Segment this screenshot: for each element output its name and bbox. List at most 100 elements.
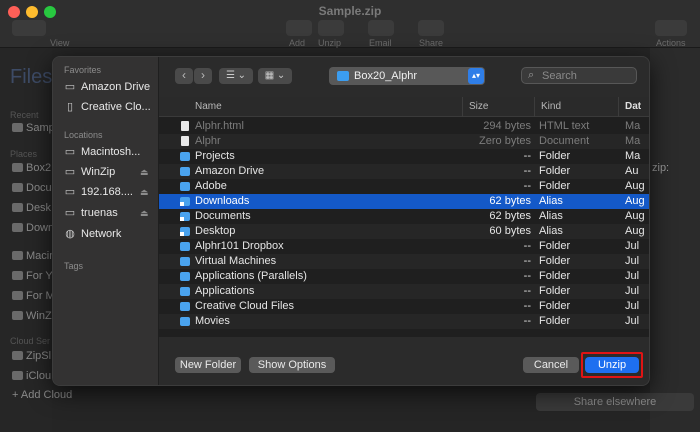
- cloud-icon: [12, 371, 23, 380]
- place-item[interactable]: Desk: [12, 202, 51, 214]
- folder-icon: [180, 302, 190, 311]
- column-size[interactable]: Size: [462, 97, 534, 117]
- list-icon: ☰ ⌄: [225, 70, 247, 81]
- place-item[interactable]: Macin: [12, 250, 55, 262]
- view-toolbar-button[interactable]: [12, 20, 46, 36]
- column-kind[interactable]: Kind: [534, 97, 618, 117]
- cloud-item[interactable]: ZipSl: [12, 350, 51, 362]
- file-row[interactable]: Alphr Zero bytes Document Ma: [159, 134, 649, 149]
- zip-label: zip:: [652, 162, 670, 174]
- place-item[interactable]: For Y: [12, 270, 53, 282]
- place-item[interactable]: For M: [12, 290, 55, 302]
- eject-icon[interactable]: ⏏: [140, 183, 149, 201]
- file-row[interactable]: Applications (Parallels) -- Folder Jul: [159, 269, 649, 284]
- place-item[interactable]: Box2: [12, 162, 51, 174]
- sidebar-item-winzip[interactable]: ▭ WinZip ⏏: [64, 163, 149, 181]
- file-row[interactable]: Applications -- Folder Jul: [159, 284, 649, 299]
- add-toolbar-button[interactable]: [286, 20, 312, 36]
- email-toolbar-label: Email: [369, 38, 392, 48]
- sidebar-item-macintosh[interactable]: ▭ Macintosh...: [64, 143, 141, 161]
- column-name[interactable]: Name: [189, 97, 459, 117]
- unzip-toolbar-button[interactable]: [318, 20, 344, 36]
- folder-icon: [337, 71, 349, 81]
- file-row[interactable]: Virtual Machines -- Folder Jul: [159, 254, 649, 269]
- file-row[interactable]: Movies -- Folder Jul: [159, 314, 649, 329]
- sidebar-item-network[interactable]: ◍ Network: [64, 225, 121, 243]
- cancel-button[interactable]: Cancel: [523, 357, 579, 373]
- share-elsewhere-button[interactable]: Share elsewhere: [536, 393, 694, 411]
- file-date: Jul: [625, 255, 640, 267]
- folder-icon: [180, 287, 190, 296]
- dialog-footer: New Folder Show Options Cancel Unzip: [159, 337, 649, 385]
- disk-icon: ▭: [64, 166, 76, 178]
- file-size: --: [523, 165, 531, 177]
- file-kind: Alias: [539, 210, 563, 222]
- place-item[interactable]: Docu: [12, 182, 52, 194]
- unzip-button[interactable]: Unzip: [585, 357, 639, 373]
- new-folder-button[interactable]: New Folder: [175, 357, 241, 373]
- file-date: Aug: [625, 180, 645, 192]
- file-name: Movies: [195, 315, 230, 327]
- unzip-dialog: Favorites ▭ Amazon Drive ▯ Creative Clo...…: [52, 56, 650, 386]
- email-toolbar-button[interactable]: [368, 20, 394, 36]
- file-name: Applications (Parallels): [195, 270, 307, 282]
- sidebar-item-truenas[interactable]: ▭ truenas ⏏: [64, 204, 149, 222]
- actions-toolbar-button[interactable]: [655, 20, 687, 36]
- sidebar-item-ip-share[interactable]: ▭ 192.168.... ⏏: [64, 183, 149, 201]
- folder-alias-icon: [180, 212, 190, 221]
- search-field[interactable]: ⌕: [521, 67, 637, 84]
- file-list[interactable]: Name Size Kind Dat Alphr.html 294 bytes HT…: [159, 97, 649, 337]
- back-button[interactable]: ‹: [175, 68, 193, 84]
- folder-icon: [180, 272, 190, 281]
- file-kind: Folder: [539, 180, 571, 192]
- file-kind: Alias: [539, 225, 563, 237]
- folder-icon: [180, 167, 190, 176]
- file-row[interactable]: Projects -- Folder Ma: [159, 149, 649, 164]
- show-options-button[interactable]: Show Options: [249, 357, 335, 373]
- place-item[interactable]: Down: [12, 222, 54, 234]
- forward-button[interactable]: ›: [194, 68, 212, 84]
- file-size: 62 bytes: [489, 210, 531, 222]
- folder-icon: [12, 123, 23, 132]
- file-name: Creative Cloud Files: [195, 300, 295, 312]
- eject-icon[interactable]: ⏏: [140, 163, 149, 181]
- add-cloud-button[interactable]: + Add Cloud: [12, 389, 72, 401]
- folder-alias-icon: [180, 197, 190, 206]
- file-kind: Folder: [539, 255, 571, 267]
- share-toolbar-button[interactable]: [418, 20, 444, 36]
- file-kind: Alias: [539, 195, 563, 207]
- list-view-button[interactable]: ☰ ⌄: [219, 68, 253, 84]
- window-title: Sample.zip: [318, 4, 382, 18]
- file-kind: Folder: [539, 315, 571, 327]
- eject-icon[interactable]: ⏏: [140, 204, 149, 222]
- recent-header: Recent: [10, 110, 39, 120]
- file-row[interactable]: Desktop 60 bytes Alias Aug: [159, 224, 649, 239]
- recent-item[interactable]: Samp: [12, 122, 55, 134]
- file-row[interactable]: Adobe -- Folder Aug: [159, 179, 649, 194]
- file-size: --: [523, 150, 531, 162]
- tags-header: Tags: [64, 261, 84, 271]
- file-name: Downloads: [195, 195, 250, 207]
- sidebar-item-amazon-drive[interactable]: ▭ Amazon Drive: [64, 78, 150, 96]
- file-kind: Folder: [539, 270, 571, 282]
- file-kind: Document: [539, 135, 590, 147]
- title-bar: Sample.zip View Add Unzip Email Share Ac…: [0, 0, 700, 48]
- place-item[interactable]: WinZ: [12, 310, 52, 322]
- folder-icon: [12, 271, 23, 280]
- file-row[interactable]: Alphr101 Dropbox -- Folder Jul: [159, 239, 649, 254]
- path-dropdown[interactable]: Box20_Alphr ▴▾: [329, 67, 485, 85]
- file-row[interactable]: Documents 62 bytes Alias Aug: [159, 209, 649, 224]
- column-date[interactable]: Dat: [618, 97, 649, 117]
- file-row[interactable]: Creative Cloud Files -- Folder Jul: [159, 299, 649, 314]
- file-row[interactable]: Downloads 62 bytes Alias Aug: [159, 194, 649, 209]
- sidebar-item-creative-cloud[interactable]: ▯ Creative Clo...: [64, 98, 151, 116]
- file-row[interactable]: Amazon Drive -- Folder Au: [159, 164, 649, 179]
- cloud-item[interactable]: iClou: [12, 370, 51, 382]
- file-kind: HTML text: [539, 120, 590, 132]
- search-input[interactable]: [542, 68, 634, 83]
- search-icon: ⌕: [528, 69, 535, 81]
- file-row[interactable]: Alphr.html 294 bytes HTML text Ma: [159, 119, 649, 134]
- grid-view-button[interactable]: ▦ ⌄: [258, 68, 292, 84]
- share-toolbar-label: Share: [419, 38, 444, 48]
- unzip-toolbar-label: Unzip: [318, 38, 342, 48]
